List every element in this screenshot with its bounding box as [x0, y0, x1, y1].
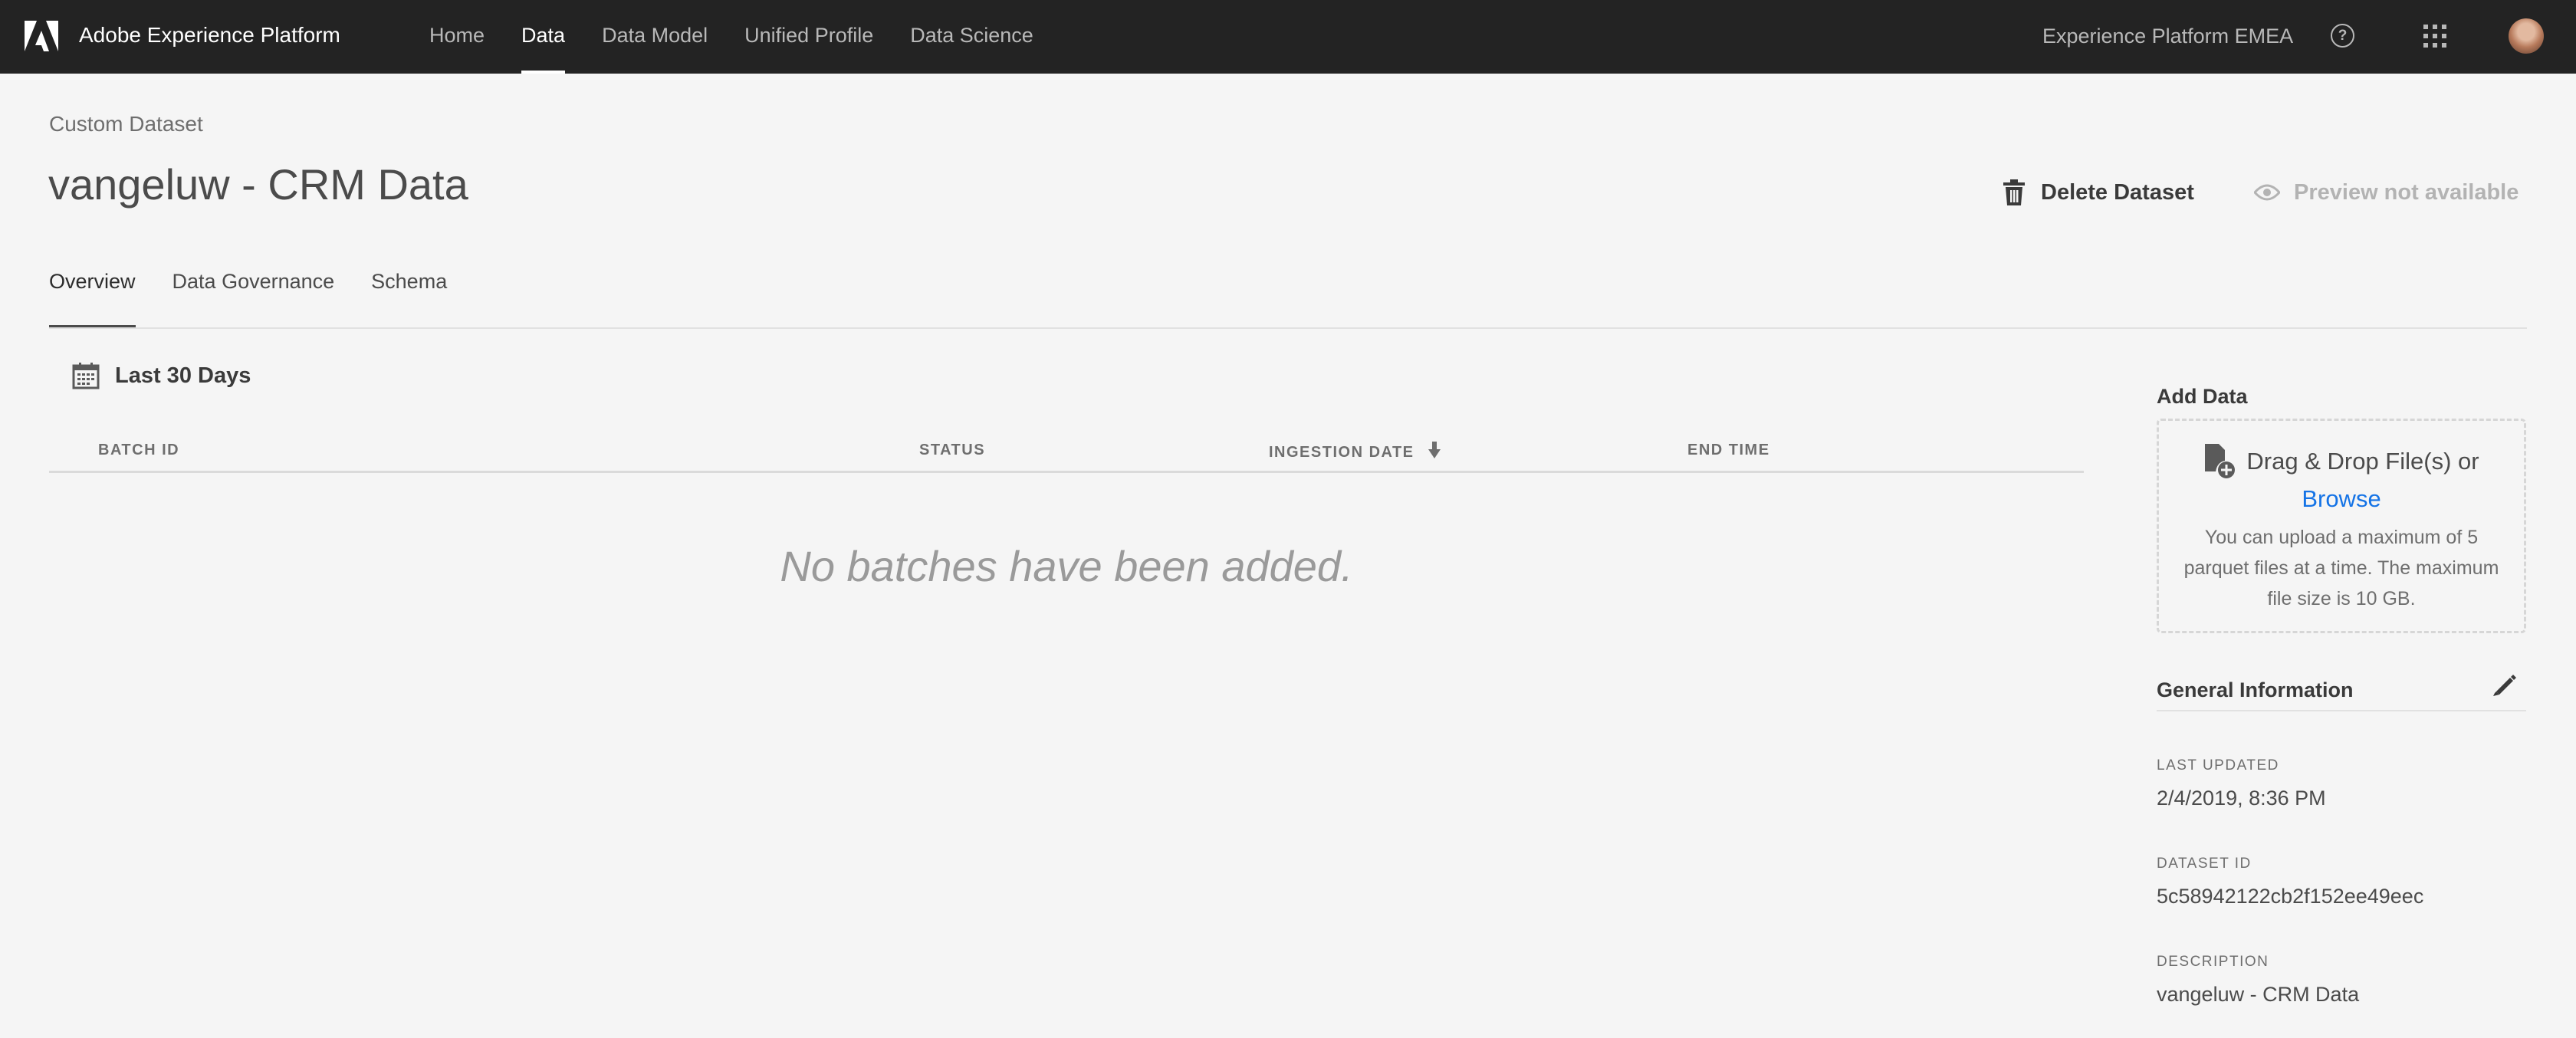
main-nav: Home Data Data Model Unified Profile Dat… — [429, 0, 1070, 74]
dropzone-instruction: Drag & Drop File(s) or — [2159, 444, 2524, 479]
delete-dataset-label: Delete Dataset — [2041, 179, 2194, 205]
breadcrumb: Custom Dataset — [49, 112, 203, 136]
org-switcher[interactable]: Experience Platform EMEA — [2042, 25, 2293, 48]
add-file-icon — [2205, 444, 2236, 478]
add-data-heading: Add Data — [2157, 385, 2248, 408]
nav-item-unified-profile[interactable]: Unified Profile — [744, 0, 873, 74]
calendar-icon — [72, 363, 100, 389]
preview-label: Preview not available — [2294, 179, 2519, 205]
column-header-status[interactable]: STATUS — [919, 442, 985, 459]
nav-item-home[interactable]: Home — [429, 0, 485, 74]
last-updated-value: 2/4/2019, 8:36 PM — [2157, 787, 2326, 810]
sort-descending-icon — [1428, 442, 1441, 458]
help-icon[interactable]: ? — [2331, 24, 2354, 48]
empty-state-message: No batches have been added. — [780, 542, 1353, 590]
file-dropzone[interactable]: Drag & Drop File(s) or Browse You can up… — [2157, 419, 2526, 633]
avatar[interactable] — [2509, 18, 2544, 54]
description-value: vangeluw - CRM Data — [2157, 983, 2360, 1006]
column-header-ingestion-date[interactable]: INGESTION DATE — [1269, 442, 1441, 462]
apps-grid-icon[interactable] — [2423, 24, 2447, 48]
column-header-end-time[interactable]: END TIME — [1687, 442, 1770, 459]
top-navigation-bar: Adobe Experience Platform Home Data Data… — [0, 0, 2576, 74]
general-information-heading: General Information — [2157, 678, 2354, 701]
browse-link[interactable]: Browse — [2302, 485, 2380, 513]
dropzone-text: Drag & Drop File(s) or — [2246, 448, 2479, 475]
date-range-filter[interactable]: Last 30 Days — [72, 362, 251, 389]
tab-data-governance[interactable]: Data Governance — [172, 270, 335, 328]
description-label: DESCRIPTION — [2157, 954, 2269, 970]
tab-overview[interactable]: Overview — [49, 270, 136, 328]
nav-item-data[interactable]: Data — [521, 0, 566, 74]
adobe-logo-icon[interactable] — [25, 21, 58, 51]
nav-item-data-science[interactable]: Data Science — [910, 0, 1033, 74]
trash-icon — [2003, 179, 2025, 205]
dataset-tabs: Overview Data Governance Schema — [49, 270, 484, 328]
page-title: vangeluw - CRM Data — [48, 160, 468, 209]
dataset-id-label: DATASET ID — [2157, 856, 2252, 872]
delete-dataset-button[interactable]: Delete Dataset — [2003, 175, 2194, 210]
last-updated-label: LAST UPDATED — [2157, 757, 2279, 774]
preview-button: Preview not available — [2254, 175, 2518, 210]
nav-item-data-model[interactable]: Data Model — [602, 0, 708, 74]
dataset-id-value: 5c58942122cb2f152ee49eec — [2157, 885, 2424, 908]
tabs-divider — [49, 327, 2527, 329]
column-header-batch-id[interactable]: BATCH ID — [98, 442, 179, 459]
tab-schema[interactable]: Schema — [371, 270, 447, 328]
edit-pencil-icon[interactable] — [2490, 672, 2516, 698]
general-information-divider — [2157, 710, 2526, 711]
column-header-ingestion-date-label: INGESTION DATE — [1269, 444, 1414, 461]
eye-icon — [2254, 184, 2280, 201]
upload-limit-hint: You can upload a maximum of 5 parquet fi… — [2183, 527, 2499, 609]
date-range-label: Last 30 Days — [115, 363, 251, 388]
batches-table-header: BATCH ID STATUS INGESTION DATE END TIME — [49, 431, 2084, 473]
app-title[interactable]: Adobe Experience Platform — [79, 23, 340, 48]
